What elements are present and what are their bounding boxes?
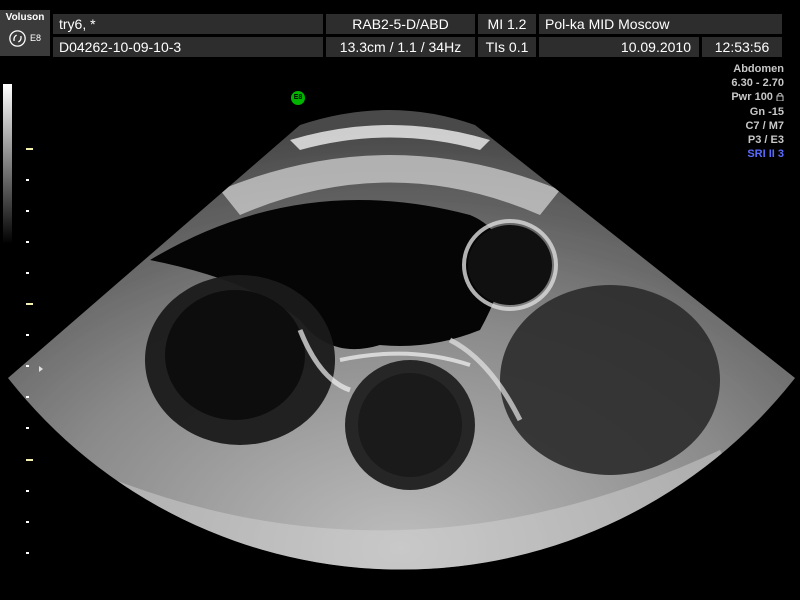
depth-tick (26, 210, 29, 212)
ultrasound-image (8, 110, 795, 570)
depth-tick (26, 334, 29, 336)
frequency-range: 6.30 - 2.70 (731, 77, 784, 90)
power-value: Pwr 100 (731, 91, 773, 104)
depth-tick (26, 427, 29, 429)
depth-tick (26, 396, 29, 398)
persistence-value: P3 / E3 (747, 134, 784, 147)
imaging-parameters: Abdomen 6.30 - 2.70 Pwr 100 Gn -15 C7 / … (731, 62, 784, 161)
exam-time: 12:53:56 (702, 37, 782, 57)
depth-tick (26, 179, 29, 181)
patient-id: D04262-10-09-10-3 (53, 37, 323, 57)
patient-name: try6, * (53, 14, 323, 34)
preset-label: Abdomen (733, 63, 784, 75)
logo-area: Voluson E8 (0, 10, 50, 56)
sri-value: SRI II 3 (747, 148, 784, 161)
depth-tick (26, 459, 33, 461)
depth-tick (26, 303, 33, 305)
power-row: Pwr 100 (731, 90, 784, 104)
probe-orientation-badge: E8 (291, 91, 305, 105)
exam-date: 10.09.2010 (539, 37, 699, 57)
model-name: E8 (30, 33, 42, 43)
depth-tick (26, 272, 29, 274)
depth-tick (26, 365, 29, 367)
grayscale-bar (3, 84, 12, 244)
depth-tick (26, 552, 29, 554)
scan-sector (8, 110, 795, 570)
gain-value: Gn -15 (749, 105, 784, 118)
ge-logo-icon (9, 30, 26, 47)
probe-label: RAB2-5-D/ABD (326, 14, 475, 34)
mode-value: C7 / M7 (745, 119, 784, 132)
brand-name: Voluson (5, 12, 45, 23)
scan-parameters: 13.3cm / 1.1 / 34Hz (326, 37, 475, 57)
mi-value: MI 1.2 (478, 14, 536, 34)
header-bar: Voluson E8 try6, * RAB2-5-D/ABD MI 1.2 P… (0, 0, 800, 60)
depth-tick (26, 241, 29, 243)
depth-tick (26, 490, 29, 492)
focus-marker (39, 366, 43, 372)
depth-tick (26, 521, 29, 523)
tis-value: TIs 0.1 (478, 37, 536, 57)
depth-tick (26, 148, 33, 150)
lock-icon (776, 93, 784, 102)
institution-name: Pol-ka MID Moscow (539, 14, 782, 34)
